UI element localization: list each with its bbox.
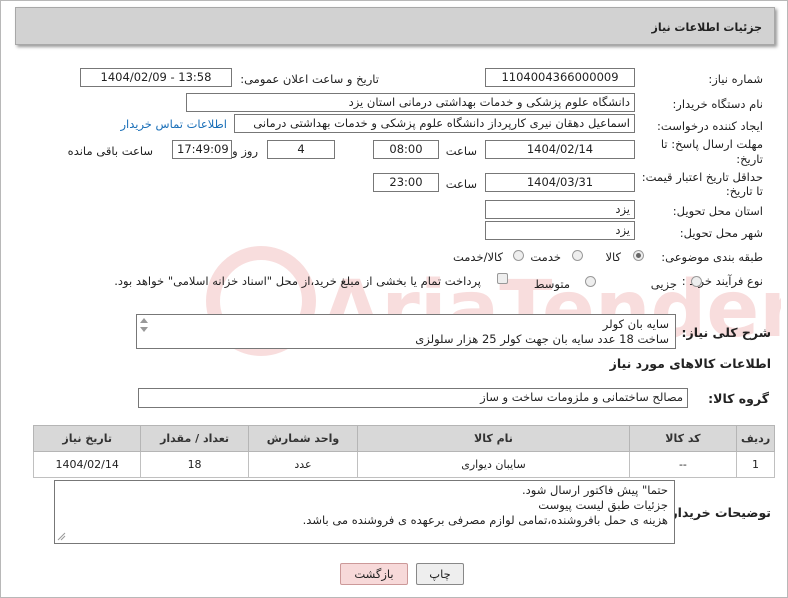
col-name: نام کالا (357, 425, 630, 452)
print-button[interactable]: چاپ (416, 563, 464, 585)
treasury-payment-note: پرداخت تمام یا بخشی از مبلغ خرید،از محل … (114, 274, 481, 288)
buyer-org-field: دانشگاه علوم پزشکی و خدمات بهداشتی درمان… (186, 93, 635, 112)
creator-label: ایجاد کننده درخواست: (657, 119, 763, 133)
category-radio-both[interactable] (513, 250, 524, 261)
goods-group-label: گروه کالا: (708, 391, 769, 406)
category-label: طبقه بندی موضوعی: (661, 250, 763, 264)
validity-time-field: 23:00 (373, 173, 439, 192)
description-line-1: سایه بان کولر (602, 317, 669, 331)
remaining-time-label: ساعت باقی مانده (67, 144, 153, 158)
buyer-notes-line-1: حتما" پیش فاکتور ارسال شود. (521, 483, 668, 497)
buyer-notes-line-3: هزینه ی حمل بافروشنده،تمامی لوازم مصرفی … (302, 513, 668, 527)
province-field: یزد (485, 200, 635, 219)
cell-unit: عدد (247, 451, 359, 478)
reply-date-field: 1404/02/14 (485, 140, 635, 159)
goods-table: ردیف کد کالا نام کالا واحد شمارش تعداد /… (32, 425, 775, 478)
treasury-payment-checkbox[interactable] (497, 273, 508, 284)
col-row: ردیف (736, 425, 775, 452)
col-qty: تعداد / مقدار (140, 425, 249, 452)
col-code: کد کالا (628, 425, 738, 452)
purchase-option-medium: متوسط (533, 277, 570, 291)
col-date: تاریخ نیاز (32, 425, 142, 452)
goods-table-header: ردیف کد کالا نام کالا واحد شمارش تعداد /… (32, 425, 775, 452)
purchase-option-minor: جزیی (650, 277, 677, 291)
buyer-notes-textarea[interactable]: حتما" پیش فاکتور ارسال شود. جزئیات طبق ل… (54, 480, 675, 544)
page-frame: AriaTender.neT جزئیات اطلاعات نیاز شماره… (0, 0, 788, 598)
category-radio-goods[interactable] (633, 250, 644, 261)
buyer-notes-label: توضیحات خریدار: (665, 505, 771, 520)
days-label: روز و (232, 144, 258, 158)
category-option-both: کالا/خدمت (452, 250, 503, 264)
description-scrollbar[interactable] (138, 316, 150, 347)
cell-code: -- (628, 451, 738, 478)
purchase-radio-minor[interactable] (691, 276, 702, 287)
announce-field: 1404/02/09 - 13:58 (80, 68, 232, 87)
city-field: یزد (485, 221, 635, 240)
reply-deadline-label: مهلت ارسال پاسخ: تا (660, 137, 763, 151)
category-radio-service[interactable] (572, 250, 583, 261)
category-option-goods: کالا (605, 250, 621, 264)
goods-section-title: اطلاعات کالاهای مورد نیاز (609, 356, 771, 371)
validity-date-field: 1404/03/31 (485, 173, 635, 192)
back-button[interactable]: بازگشت (340, 563, 408, 585)
goods-group-field: مصالح ساختمانی و ملزومات ساخت و ساز (138, 388, 688, 408)
reply-deadline-label-2: تاریخ: (736, 152, 763, 166)
min-validity-label: حداقل تاریخ اعتبار قیمت: (641, 170, 763, 184)
cell-date: 1404/02/14 (32, 451, 142, 478)
min-validity-label-2: تا تاریخ: (725, 184, 763, 198)
remaining-time-field: 17:49:09 (172, 140, 232, 159)
description-label: شرح کلی نیاز: (681, 325, 771, 340)
province-label: استان محل تحویل: (672, 204, 763, 218)
validity-time-label: ساعت (445, 177, 477, 191)
description-line-2: ساخت 18 عدد سایه بان جهت کولر 25 هزار سل… (415, 332, 669, 346)
announce-label: تاریخ و ساعت اعلان عمومی: (240, 72, 379, 86)
reply-time-label: ساعت (445, 144, 477, 158)
table-row: 1 -- سایبان دیواری عدد 18 1404/02/14 (32, 451, 775, 478)
resize-grip-icon[interactable] (57, 532, 66, 541)
need-number-label: شماره نیاز: (708, 72, 763, 86)
buyer-org-label: نام دستگاه خریدار: (672, 97, 763, 111)
reply-time-field: 08:00 (373, 140, 439, 159)
cell-row: 1 (736, 451, 775, 478)
description-textarea[interactable]: سایه بان کولر ساخت 18 عدد سایه بان جهت ک… (136, 314, 676, 349)
city-label: شهر محل تحویل: (679, 226, 763, 240)
cell-qty: 18 (140, 451, 249, 478)
days-remaining-field: 4 (267, 140, 335, 159)
page-title: جزئیات اطلاعات نیاز (651, 21, 763, 34)
creator-field: اسماعیل دهقان نیری کارپرداز دانشگاه علوم… (234, 114, 635, 133)
need-number-field: 1104004366000009 (485, 68, 635, 87)
cell-name: سایبان دیواری (357, 451, 630, 478)
buyer-notes-line-2: جزئیات طبق لیست پیوست (538, 498, 668, 512)
col-unit: واحد شمارش (247, 425, 359, 452)
purchase-radio-medium[interactable] (585, 276, 596, 287)
scroll-arrows-icon (140, 318, 148, 332)
buyer-contact-link[interactable]: اطلاعات تماس خریدار (120, 117, 227, 131)
page-header: جزئیات اطلاعات نیاز (15, 7, 775, 45)
category-option-service: خدمت (530, 250, 561, 264)
